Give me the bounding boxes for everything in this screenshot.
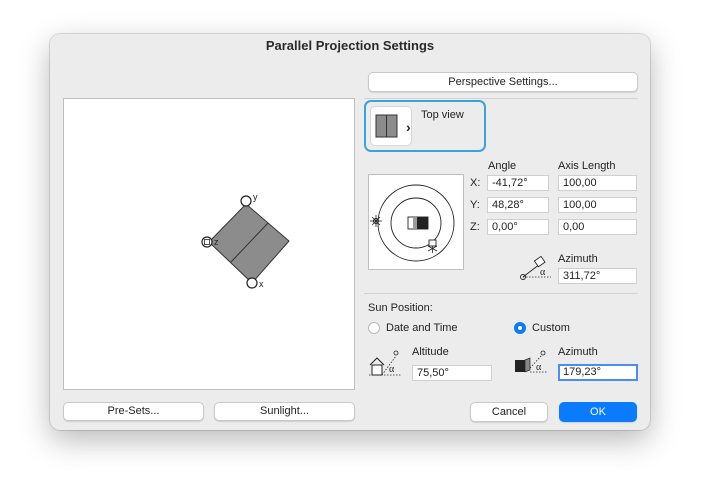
preview-drawing: y z x (201, 192, 290, 289)
ok-button[interactable]: OK (559, 402, 637, 422)
angle-header: Angle (488, 160, 517, 172)
projected-box (208, 203, 290, 284)
sun-icon[interactable] (370, 215, 382, 227)
z-axis-handle-icon[interactable] (201, 236, 213, 248)
camera-azimuth-alpha: α (540, 267, 546, 278)
y-axis-label: y (253, 192, 258, 202)
z-length-field[interactable]: 0,00 (558, 219, 637, 235)
y-angle-field[interactable]: 48,28° (487, 197, 549, 213)
altitude-field[interactable]: 75,50° (412, 365, 492, 381)
compass-control[interactable] (368, 174, 464, 270)
x-axis-label: x (259, 279, 264, 289)
sunlight-button[interactable]: Sunlight... (214, 402, 355, 421)
camera-handle-icon[interactable] (427, 239, 438, 253)
altitude-icon: α (369, 350, 401, 376)
perspective-settings-button[interactable]: Perspective Settings... (368, 72, 638, 92)
presets-button[interactable]: Pre-Sets... (63, 402, 204, 421)
z-axis-label: z (214, 237, 219, 247)
x-axis-handle-icon[interactable] (246, 277, 258, 289)
axis-length-header: Axis Length (558, 160, 616, 172)
sun-azimuth-field[interactable]: 179,23° (558, 364, 638, 381)
sun-position-label: Sun Position: (368, 302, 433, 314)
cancel-button[interactable]: Cancel (470, 402, 548, 422)
x-angle-field[interactable]: -41,72° (487, 175, 549, 191)
view-selector[interactable]: › Top view (364, 100, 486, 152)
divider-top (364, 98, 638, 99)
altitude-label: Altitude (412, 346, 449, 358)
divider-middle (364, 293, 638, 294)
view-chevron-icon: › (406, 119, 411, 135)
custom-label[interactable]: Custom (532, 322, 570, 334)
view-selector-label: Top view (421, 109, 464, 121)
x-row-label: X: (470, 177, 481, 189)
z-row-label: Z: (470, 221, 480, 233)
sun-azimuth-alpha: α (536, 362, 542, 373)
x-length-field[interactable]: 100,00 (558, 175, 637, 191)
projection-preview[interactable]: y z x (63, 98, 355, 390)
sun-azimuth-icon: α (515, 350, 547, 373)
y-row-label: Y: (470, 199, 480, 211)
parallel-projection-dialog: Parallel Projection Settings y z x Pre-S… (50, 34, 650, 430)
camera-azimuth-field[interactable]: 311,72° (558, 268, 637, 284)
custom-radio[interactable] (514, 322, 526, 334)
sun-azimuth-label: Azimuth (558, 346, 598, 358)
y-length-field[interactable]: 100,00 (558, 197, 637, 213)
dialog-title: Parallel Projection Settings (265, 38, 435, 53)
y-axis-handle-icon[interactable] (240, 195, 252, 207)
z-angle-field[interactable]: 0,00° (487, 219, 549, 235)
date-time-radio[interactable] (368, 322, 380, 334)
date-time-label[interactable]: Date and Time (386, 322, 458, 334)
camera-azimuth-label: Azimuth (558, 253, 598, 265)
compass-building-icon (407, 216, 429, 230)
altitude-alpha: α (389, 364, 395, 375)
camera-azimuth-icon: α (520, 256, 551, 280)
